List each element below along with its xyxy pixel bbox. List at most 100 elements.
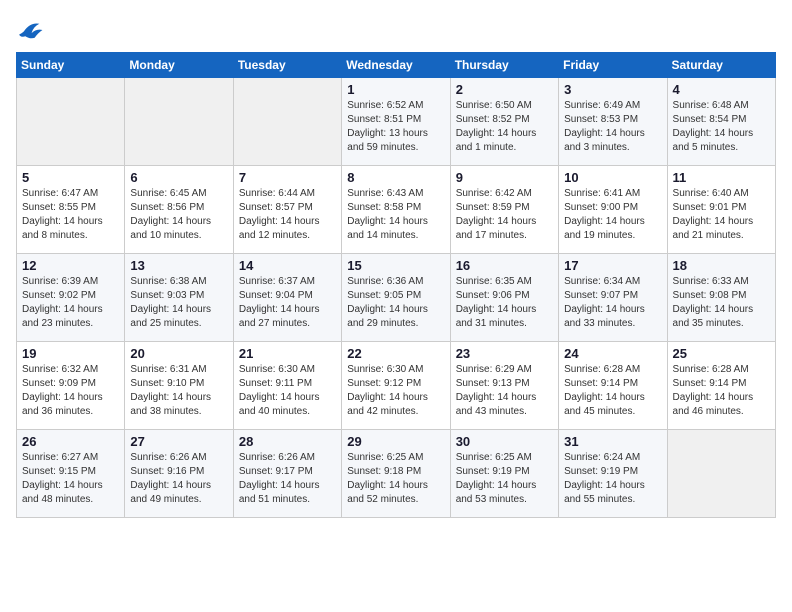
day-cell: 25 Sunrise: 6:28 AMSunset: 9:14 PMDayligh… (667, 342, 775, 430)
day-number: 25 (673, 346, 770, 361)
day-number: 3 (564, 82, 661, 97)
day-number: 28 (239, 434, 336, 449)
day-detail: Sunrise: 6:28 AMSunset: 9:14 PMDaylight:… (564, 363, 661, 419)
page-header (16, 16, 776, 44)
col-header-sunday: Sunday (17, 53, 125, 78)
day-cell (667, 430, 775, 518)
day-detail: Sunrise: 6:47 AMSunset: 8:55 PMDaylight:… (22, 187, 119, 243)
col-header-monday: Monday (125, 53, 233, 78)
day-detail: Sunrise: 6:26 AMSunset: 9:17 PMDaylight:… (239, 451, 336, 507)
day-cell: 23 Sunrise: 6:29 AMSunset: 9:13 PMDayligh… (450, 342, 558, 430)
day-cell: 6 Sunrise: 6:45 AMSunset: 8:56 PMDaylight… (125, 166, 233, 254)
day-number: 13 (130, 258, 227, 273)
day-detail: Sunrise: 6:25 AMSunset: 9:19 PMDaylight:… (456, 451, 553, 507)
day-cell: 7 Sunrise: 6:44 AMSunset: 8:57 PMDaylight… (233, 166, 341, 254)
day-cell: 19 Sunrise: 6:32 AMSunset: 9:09 PMDayligh… (17, 342, 125, 430)
day-cell: 8 Sunrise: 6:43 AMSunset: 8:58 PMDaylight… (342, 166, 450, 254)
day-detail: Sunrise: 6:30 AMSunset: 9:12 PMDaylight:… (347, 363, 444, 419)
header-row: SundayMondayTuesdayWednesdayThursdayFrid… (17, 53, 776, 78)
day-cell: 26Sunrise: 6:27 AMSunset: 9:15 PMDayligh… (17, 430, 125, 518)
day-cell: 14 Sunrise: 6:37 AMSunset: 9:04 PMDayligh… (233, 254, 341, 342)
day-number: 14 (239, 258, 336, 273)
week-row-3: 12 Sunrise: 6:39 AMSunset: 9:02 PMDayligh… (17, 254, 776, 342)
day-number: 19 (22, 346, 119, 361)
col-header-friday: Friday (559, 53, 667, 78)
day-detail: Sunrise: 6:40 AMSunset: 9:01 PMDaylight:… (673, 187, 770, 243)
day-cell (17, 78, 125, 166)
calendar-table: SundayMondayTuesdayWednesdayThursdayFrid… (16, 52, 776, 518)
day-number: 20 (130, 346, 227, 361)
day-cell: 2 Sunrise: 6:50 AMSunset: 8:52 PMDaylight… (450, 78, 558, 166)
day-detail: Sunrise: 6:25 AMSunset: 9:18 PMDaylight:… (347, 451, 444, 507)
day-cell: 16Sunrise: 6:35 AMSunset: 9:06 PMDayligh… (450, 254, 558, 342)
week-row-4: 19 Sunrise: 6:32 AMSunset: 9:09 PMDayligh… (17, 342, 776, 430)
day-number: 5 (22, 170, 119, 185)
day-number: 4 (673, 82, 770, 97)
day-cell: 11 Sunrise: 6:40 AMSunset: 9:01 PMDayligh… (667, 166, 775, 254)
col-header-saturday: Saturday (667, 53, 775, 78)
day-detail: Sunrise: 6:26 AMSunset: 9:16 PMDaylight:… (130, 451, 227, 507)
day-cell: 21Sunrise: 6:30 AMSunset: 9:11 PMDayligh… (233, 342, 341, 430)
day-number: 22 (347, 346, 444, 361)
day-number: 27 (130, 434, 227, 449)
day-number: 15 (347, 258, 444, 273)
day-number: 7 (239, 170, 336, 185)
day-cell: 27 Sunrise: 6:26 AMSunset: 9:16 PMDayligh… (125, 430, 233, 518)
day-number: 2 (456, 82, 553, 97)
day-number: 9 (456, 170, 553, 185)
day-detail: Sunrise: 6:38 AMSunset: 9:03 PMDaylight:… (130, 275, 227, 331)
day-cell: 18 Sunrise: 6:33 AMSunset: 9:08 PMDayligh… (667, 254, 775, 342)
day-number: 23 (456, 346, 553, 361)
day-cell: 28 Sunrise: 6:26 AMSunset: 9:17 PMDayligh… (233, 430, 341, 518)
week-row-1: 1Sunrise: 6:52 AMSunset: 8:51 PMDaylight… (17, 78, 776, 166)
day-detail: Sunrise: 6:36 AMSunset: 9:05 PMDaylight:… (347, 275, 444, 331)
day-detail: Sunrise: 6:42 AMSunset: 8:59 PMDaylight:… (456, 187, 553, 243)
day-detail: Sunrise: 6:37 AMSunset: 9:04 PMDaylight:… (239, 275, 336, 331)
day-detail: Sunrise: 6:32 AMSunset: 9:09 PMDaylight:… (22, 363, 119, 419)
day-detail: Sunrise: 6:29 AMSunset: 9:13 PMDaylight:… (456, 363, 553, 419)
day-number: 31 (564, 434, 661, 449)
day-number: 11 (673, 170, 770, 185)
day-number: 6 (130, 170, 227, 185)
day-number: 17 (564, 258, 661, 273)
day-cell: 3 Sunrise: 6:49 AMSunset: 8:53 PMDaylight… (559, 78, 667, 166)
day-cell: 22 Sunrise: 6:30 AMSunset: 9:12 PMDayligh… (342, 342, 450, 430)
day-cell: 4Sunrise: 6:48 AMSunset: 8:54 PMDaylight… (667, 78, 775, 166)
day-detail: Sunrise: 6:33 AMSunset: 9:08 PMDaylight:… (673, 275, 770, 331)
day-detail: Sunrise: 6:44 AMSunset: 8:57 PMDaylight:… (239, 187, 336, 243)
day-detail: Sunrise: 6:41 AMSunset: 9:00 PMDaylight:… (564, 187, 661, 243)
day-detail: Sunrise: 6:52 AMSunset: 8:51 PMDaylight:… (347, 99, 444, 155)
col-header-thursday: Thursday (450, 53, 558, 78)
day-number: 8 (347, 170, 444, 185)
day-number: 12 (22, 258, 119, 273)
day-detail: Sunrise: 6:27 AMSunset: 9:15 PMDaylight:… (22, 451, 119, 507)
col-header-tuesday: Tuesday (233, 53, 341, 78)
logo-icon (16, 16, 44, 44)
day-number: 18 (673, 258, 770, 273)
day-detail: Sunrise: 6:50 AMSunset: 8:52 PMDaylight:… (456, 99, 553, 155)
col-header-wednesday: Wednesday (342, 53, 450, 78)
day-cell: 1Sunrise: 6:52 AMSunset: 8:51 PMDaylight… (342, 78, 450, 166)
day-cell: 15 Sunrise: 6:36 AMSunset: 9:05 PMDayligh… (342, 254, 450, 342)
day-detail: Sunrise: 6:34 AMSunset: 9:07 PMDaylight:… (564, 275, 661, 331)
day-detail: Sunrise: 6:39 AMSunset: 9:02 PMDaylight:… (22, 275, 119, 331)
day-detail: Sunrise: 6:45 AMSunset: 8:56 PMDaylight:… (130, 187, 227, 243)
day-number: 10 (564, 170, 661, 185)
day-detail: Sunrise: 6:49 AMSunset: 8:53 PMDaylight:… (564, 99, 661, 155)
day-cell: 12 Sunrise: 6:39 AMSunset: 9:02 PMDayligh… (17, 254, 125, 342)
day-cell: 13 Sunrise: 6:38 AMSunset: 9:03 PMDayligh… (125, 254, 233, 342)
day-cell: 17 Sunrise: 6:34 AMSunset: 9:07 PMDayligh… (559, 254, 667, 342)
day-cell (125, 78, 233, 166)
day-detail: Sunrise: 6:24 AMSunset: 9:19 PMDaylight:… (564, 451, 661, 507)
day-detail: Sunrise: 6:43 AMSunset: 8:58 PMDaylight:… (347, 187, 444, 243)
day-number: 24 (564, 346, 661, 361)
day-cell: 31 Sunrise: 6:24 AMSunset: 9:19 PMDayligh… (559, 430, 667, 518)
logo (16, 16, 48, 44)
day-number: 30 (456, 434, 553, 449)
day-detail: Sunrise: 6:28 AMSunset: 9:14 PMDaylight:… (673, 363, 770, 419)
day-number: 21 (239, 346, 336, 361)
week-row-5: 26Sunrise: 6:27 AMSunset: 9:15 PMDayligh… (17, 430, 776, 518)
day-number: 16 (456, 258, 553, 273)
day-cell: 24 Sunrise: 6:28 AMSunset: 9:14 PMDayligh… (559, 342, 667, 430)
day-detail: Sunrise: 6:31 AMSunset: 9:10 PMDaylight:… (130, 363, 227, 419)
